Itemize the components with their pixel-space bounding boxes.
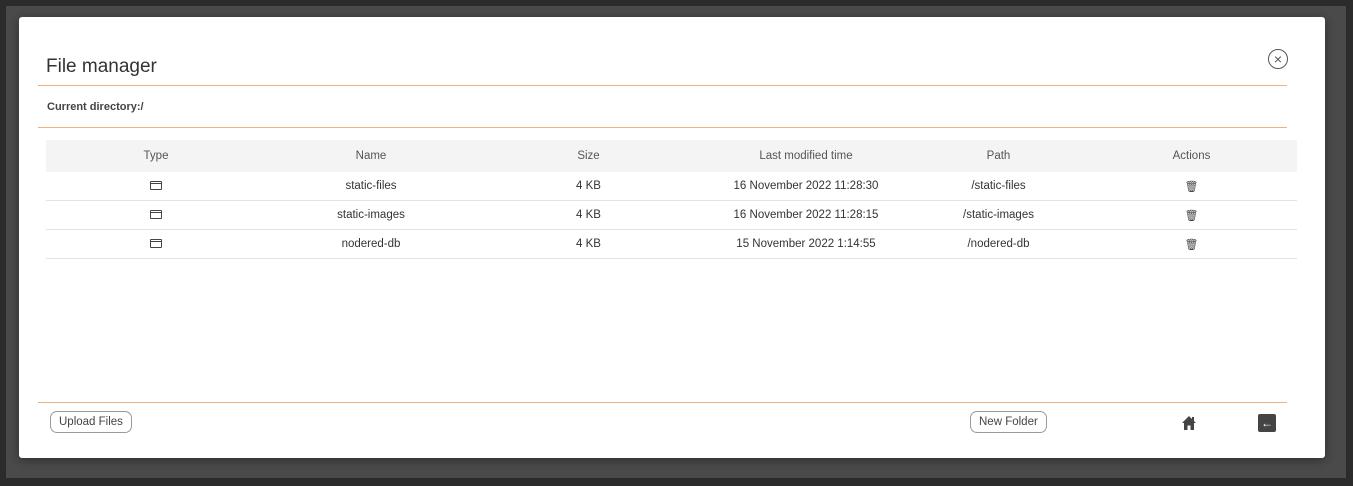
folder-icon (150, 210, 162, 219)
table-header-row: Type Name Size Last modified time Path A… (46, 140, 1297, 172)
divider (38, 85, 1287, 86)
trash-icon[interactable]: 🗑 (1185, 238, 1199, 251)
trash-icon[interactable]: 🗑 (1185, 209, 1199, 222)
column-header-type[interactable]: Type (46, 140, 266, 172)
file-path: /nodered-db (911, 229, 1086, 259)
home-icon[interactable] (1181, 415, 1197, 436)
back-arrow-icon[interactable]: ← (1258, 414, 1276, 432)
file-modified: 15 November 2022 1:14:55 (701, 229, 911, 259)
table-row[interactable]: static-images 4 KB 16 November 2022 11:2… (46, 200, 1297, 230)
column-header-name[interactable]: Name (266, 140, 476, 172)
file-path: /static-images (911, 200, 1086, 230)
current-directory: Current directory:/ (47, 101, 144, 113)
column-header-modified[interactable]: Last modified time (701, 140, 911, 172)
file-size: 4 KB (476, 172, 701, 201)
table-row[interactable]: nodered-db 4 KB 15 November 2022 1:14:55… (46, 229, 1297, 259)
file-path: /static-files (911, 172, 1086, 201)
close-icon[interactable]: × (1268, 49, 1288, 69)
file-modified: 16 November 2022 11:28:15 (701, 200, 911, 230)
folder-icon (150, 239, 162, 248)
upload-files-button[interactable]: Upload Files (50, 411, 132, 433)
file-table: Type Name Size Last modified time Path A… (46, 140, 1297, 259)
file-name[interactable]: static-files (266, 172, 476, 201)
folder-icon (150, 181, 162, 190)
file-modified: 16 November 2022 11:28:30 (701, 172, 911, 201)
column-header-path[interactable]: Path (911, 140, 1086, 172)
new-folder-button[interactable]: New Folder (970, 411, 1047, 433)
file-size: 4 KB (476, 200, 701, 230)
file-size: 4 KB (476, 229, 701, 259)
file-manager-dialog: File manager × Current directory:/ Type … (19, 17, 1325, 458)
column-header-actions: Actions (1086, 140, 1297, 172)
file-name[interactable]: nodered-db (266, 229, 476, 259)
trash-icon[interactable]: 🗑 (1185, 180, 1199, 193)
file-name[interactable]: static-images (266, 200, 476, 230)
divider (38, 127, 1287, 128)
table-row[interactable]: static-files 4 KB 16 November 2022 11:28… (46, 172, 1297, 201)
column-header-size[interactable]: Size (476, 140, 701, 172)
dialog-title: File manager (46, 56, 157, 77)
divider (38, 402, 1287, 403)
